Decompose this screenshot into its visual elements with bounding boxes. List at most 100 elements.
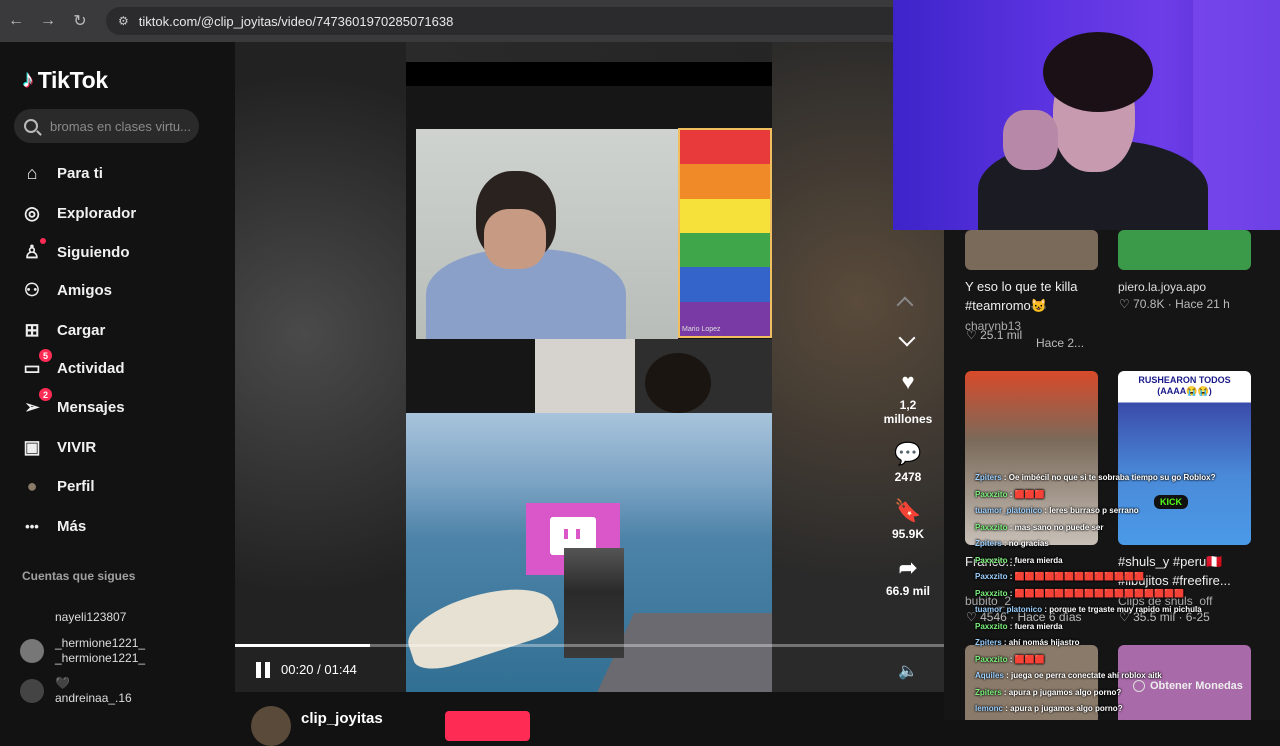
chat-username: Paxxzito [975, 588, 1008, 598]
video-player[interactable]: Mario Lopez [406, 62, 772, 692]
nav-label: Explorador [57, 204, 137, 222]
chat-message: tuamor_platonico : leres burraso p serra… [975, 503, 1265, 520]
share-button[interactable]: ➦ 66.9 mil [881, 556, 935, 599]
chat-message: Zpiters : ahí nomás hijastro [975, 635, 1265, 652]
forward-icon[interactable]: → [32, 0, 64, 42]
volume-icon[interactable]: 🔈 [898, 661, 918, 681]
like-button[interactable]: ♥ 1,2 millones [881, 369, 935, 427]
progress-fill [235, 644, 370, 647]
tiktok-logo[interactable]: ♪ TikTok [22, 66, 108, 94]
nav-item-para-ti[interactable]: ⌂ Para ti [20, 161, 103, 185]
chat-text: : juega oe perra conectate ahí roblox ai… [1003, 671, 1162, 680]
address-bar[interactable]: ⚙ tiktok.com/@clip_joyitas/video/7473601… [106, 7, 893, 35]
chat-text: : porque te trgaste muy rapido mi pichul… [1042, 605, 1202, 614]
person-figure [484, 209, 546, 269]
follow-button[interactable] [445, 711, 530, 741]
account-item[interactable]: nayeli123807 [55, 610, 126, 624]
chat-username: Zpiters [975, 687, 1002, 697]
chat-text: : 🟥🟥🟥🟥🟥🟥🟥🟥🟥🟥🟥🟥🟥 [1007, 572, 1145, 581]
profile-avatar-icon: ● [26, 475, 38, 496]
save-button[interactable]: 🔖 95.9K [881, 498, 935, 542]
account-item[interactable]: 🖤 andreinaa_.16 [20, 676, 132, 706]
chat-text: : apura p jugamos algo porno? [1001, 687, 1122, 697]
browser-toolbar: ← → ↻ ⚙ tiktok.com/@clip_joyitas/video/7… [0, 0, 893, 42]
coin-icon [1133, 680, 1145, 692]
chat-message: lemonc : apura p jugamos algo porno? [975, 701, 1265, 718]
account-item[interactable]: _hermione1221_ _hermione1221_ [20, 636, 145, 666]
get-coins-button[interactable]: Obtener Monedas [1133, 680, 1243, 692]
site-settings-icon[interactable]: ⚙ [118, 14, 129, 28]
nav-item-vivir[interactable]: ▣ VIVIR [20, 435, 96, 459]
search-input[interactable]: bromas en clases virtu... [14, 109, 199, 143]
search-placeholder: bromas en clases virtu... [50, 118, 191, 134]
author-avatar[interactable] [251, 706, 291, 746]
chat-text: : 🟥🟥🟥 [1007, 489, 1045, 499]
upload-icon: ⊞ [24, 319, 40, 340]
chat-username: Paxxzito [975, 572, 1008, 581]
shares-count: 66.9 mil [885, 584, 931, 598]
chat-text: : 🟥🟥🟥🟥🟥🟥🟥🟥🟥🟥🟥🟥🟥🟥🟥🟥🟥 [1007, 588, 1184, 598]
heart-icon: ♥ [901, 369, 915, 394]
nav-label: Mensajes [57, 398, 125, 416]
progress-bar[interactable] [235, 644, 944, 647]
chat-text: : apura p jugamos algo porno? [1003, 704, 1123, 713]
nav-label: Actividad [57, 359, 125, 377]
chat-message: Paxxzito : 🟥🟥🟥🟥🟥🟥🟥🟥🟥🟥🟥🟥🟥 [975, 569, 1265, 586]
pause-icon[interactable] [255, 662, 271, 678]
bookmark-icon: 🔖 [894, 498, 922, 523]
chat-text: : leres burraso p serrano [1042, 506, 1139, 515]
nav-item-mas[interactable]: ••• Más [20, 514, 86, 538]
person-follow-icon: ♙ [20, 238, 46, 264]
video-thumbnail[interactable] [965, 230, 1098, 270]
author-name[interactable]: clip_joyitas [301, 710, 383, 727]
messages-icon: ➢ 2 [20, 388, 52, 419]
nav-item-actividad[interactable]: ▭ 5 Actividad [20, 349, 125, 380]
following-accounts-title: Cuentas que sigues [22, 569, 136, 583]
messages-badge: 2 [39, 388, 52, 401]
chat-message: tuamor_platonico : porque te trgaste muy… [975, 602, 1265, 619]
url-text: tiktok.com/@clip_joyitas/video/747360197… [138, 13, 454, 29]
video-card-title[interactable]: Y eso lo que te killa #teamromo😺 [965, 277, 1105, 315]
nav-item-cargar[interactable]: ⊞ Cargar [20, 318, 105, 342]
nav-item-amigos[interactable]: ⚇ Amigos [20, 278, 112, 302]
compass-icon: ◎ [24, 202, 40, 223]
video-call-tile [416, 129, 678, 339]
nav-label: Siguiendo [57, 243, 130, 261]
nav-item-perfil[interactable]: ● Perfil [20, 474, 95, 498]
video-thumbnail[interactable] [1118, 230, 1251, 270]
chat-username: Paxxzito [975, 522, 1008, 532]
get-coins-label: Obtener Monedas [1150, 680, 1243, 692]
video-author-bar: clip_joyitas [235, 692, 944, 746]
video-stage[interactable]: Mario Lopez ♥ 1,2 millones 💬 2478 🔖 95.9… [235, 42, 944, 692]
chat-username: Paxxzito [975, 654, 1008, 664]
chat-username: Zpiters [975, 539, 1002, 548]
nav-item-siguiendo[interactable]: ♙ Siguiendo [20, 238, 130, 264]
nav-label: Cargar [57, 321, 106, 339]
reload-icon[interactable]: ↻ [64, 0, 96, 42]
account-handle: andreinaa_.16 [55, 691, 132, 705]
tiktok-note-icon: ♪ [22, 66, 34, 93]
chat-username: tuamor_platonico [975, 506, 1043, 515]
chat-message: Paxxzito : 🟥🟥🟥🟥🟥🟥🟥🟥🟥🟥🟥🟥🟥🟥🟥🟥🟥 [975, 586, 1265, 603]
gameplay-scene [406, 413, 772, 692]
participant-name: Mario Lopez [682, 326, 721, 333]
account-name: 🖤 [55, 676, 70, 690]
streamer-figure [1003, 110, 1058, 170]
nav-item-mensajes[interactable]: ➢ 2 Mensajes [20, 388, 125, 419]
avatar [20, 639, 44, 663]
comment-button[interactable]: 💬 2478 [881, 442, 935, 485]
blurred-background [235, 42, 406, 692]
chat-message: Paxxzito : 🟥🟥🟥 [975, 487, 1265, 504]
comments-count: 2478 [894, 470, 922, 484]
chat-message: Paxxzito : fuera mierda [975, 619, 1265, 636]
sidebar: ♪ TikTok bromas en clases virtu... ⌂ Par… [0, 42, 235, 720]
streamer-figure [1043, 32, 1153, 112]
chat-text: : 🟥🟥🟥 [1007, 654, 1045, 664]
chat-username: Aquiles [975, 671, 1004, 680]
video-card-user[interactable]: piero.la.joya.apo [1118, 280, 1206, 294]
nav-label: Perfil [57, 477, 95, 495]
more-icon: ••• [25, 518, 39, 534]
back-icon[interactable]: ← [0, 0, 32, 42]
nav-item-explorador[interactable]: ◎ Explorador [20, 201, 136, 225]
nav-label: Más [57, 517, 87, 535]
